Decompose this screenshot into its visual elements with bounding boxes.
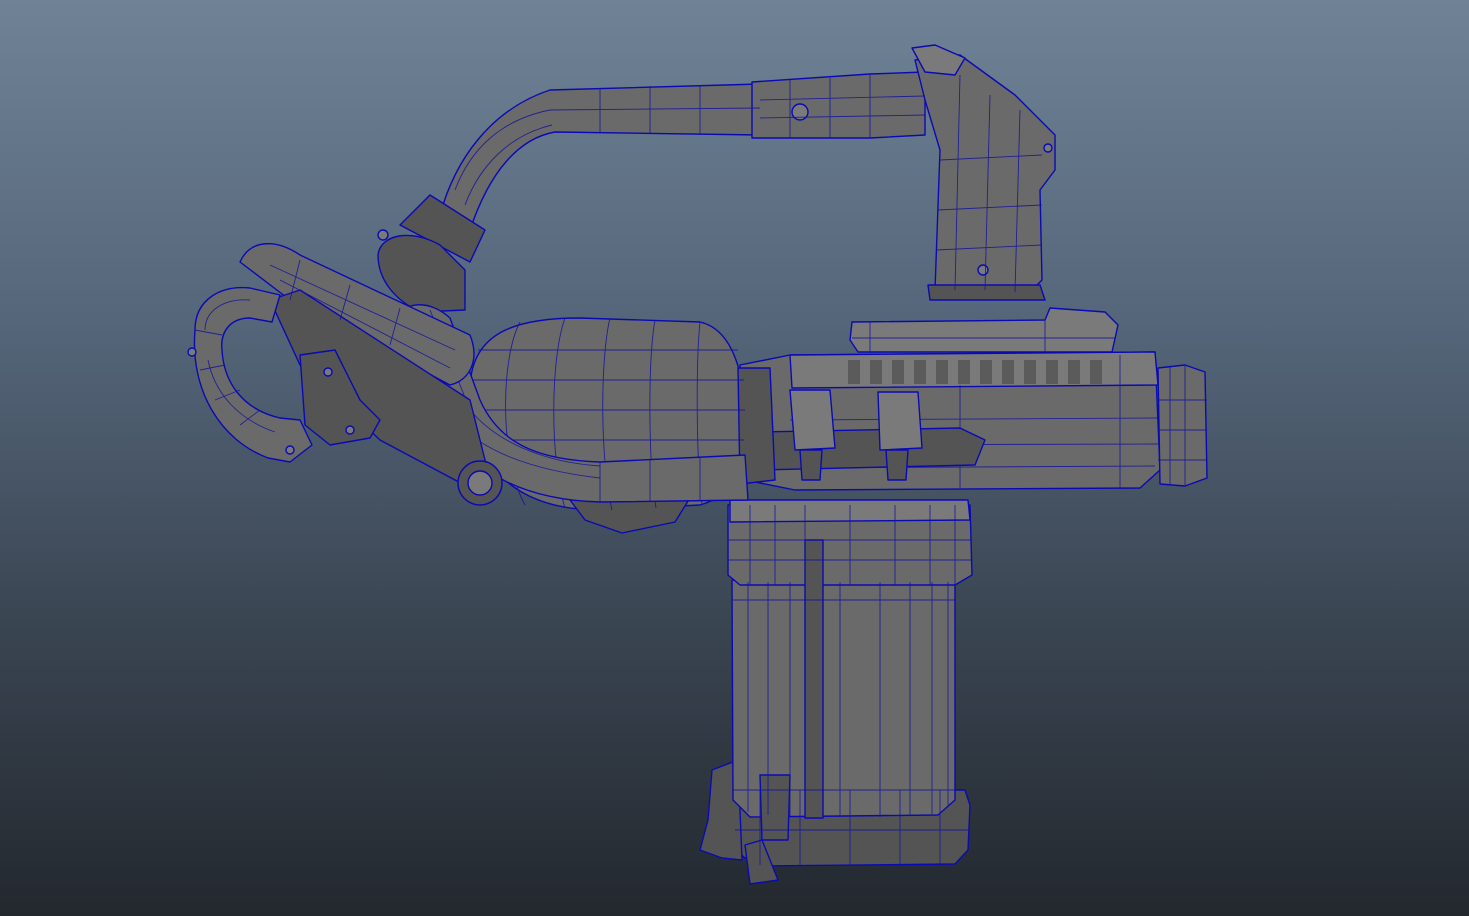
muzzle[interactable]: [1157, 364, 1208, 487]
cylinder-base[interactable]: [699, 499, 973, 885]
top-rail[interactable]: [849, 307, 1119, 353]
carry-handle[interactable]: [377, 44, 1056, 313]
maya-viewport[interactable]: [0, 0, 1469, 916]
flamethrower-model[interactable]: [0, 0, 1469, 916]
